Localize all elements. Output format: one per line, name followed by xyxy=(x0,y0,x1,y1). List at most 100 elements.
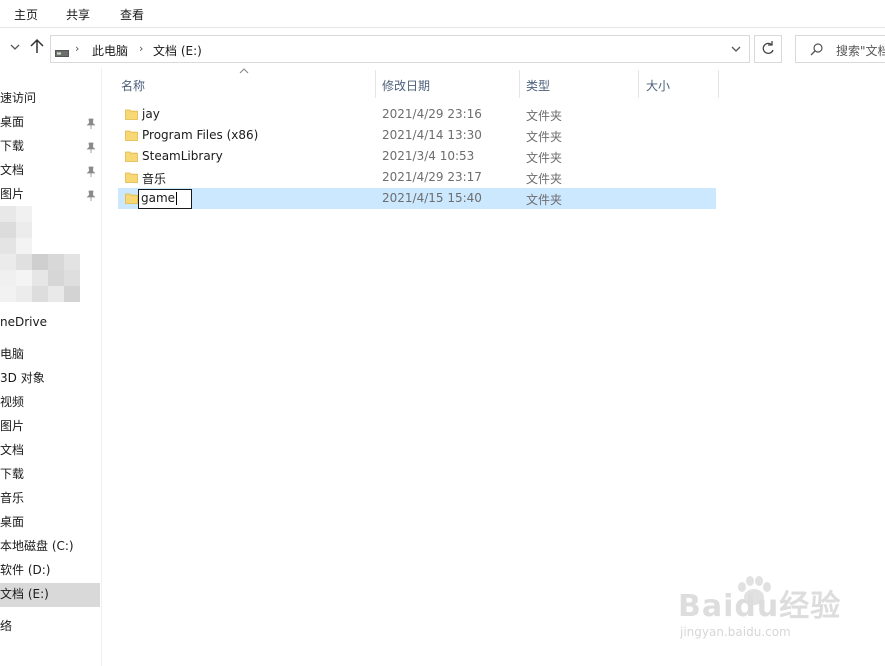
sidebar-item-label: 速访问 xyxy=(0,91,37,105)
sidebar-item-label: 音乐 xyxy=(0,491,25,505)
column-header-label: 大小 xyxy=(646,79,671,93)
sidebar-item-downloads[interactable]: 下载 xyxy=(0,464,100,488)
sidebar-item-label: 桌面 xyxy=(0,115,25,129)
sidebar-item-downloads[interactable]: 下载 xyxy=(0,136,100,160)
sidebar-item-drive-d[interactable]: 软件 (D:) xyxy=(0,560,100,584)
sidebar-item-quick-access[interactable]: 速访问 xyxy=(0,88,100,112)
sidebar-item-label: 络 xyxy=(0,619,13,633)
watermark: Baidu经验 jingyan.baidu.com xyxy=(672,575,882,645)
pin-icon xyxy=(86,116,96,129)
sidebar-item-label: 软件 (D:) xyxy=(0,563,51,577)
address-history-chevron-icon[interactable] xyxy=(729,42,743,56)
file-date: 2021/4/15 15:40 xyxy=(382,191,482,205)
sidebar-item-label: 下载 xyxy=(0,467,25,481)
folder-icon xyxy=(125,171,138,183)
refresh-button[interactable] xyxy=(754,35,782,63)
file-name: SteamLibrary xyxy=(142,149,223,163)
column-header-label: 名称 xyxy=(121,79,146,93)
navigation-pane: 速访问 桌面 下载 文档 图片 neDrive 电脑 3D 对象 视频 图片 文… xyxy=(0,68,102,666)
file-name: Program Files (x86) xyxy=(142,128,259,142)
column-header-date[interactable]: 修改日期 xyxy=(376,68,519,100)
column-header-size[interactable]: 大小 xyxy=(640,68,718,100)
file-date: 2021/4/29 23:17 xyxy=(382,170,482,184)
sidebar-item-network[interactable]: 络 xyxy=(0,616,100,640)
file-type: 文件夹 xyxy=(526,130,563,144)
refresh-icon xyxy=(762,41,774,54)
sidebar-item-documents[interactable]: 文档 xyxy=(0,440,100,464)
breadcrumb-this-pc[interactable]: 此电脑 xyxy=(92,42,128,59)
sidebar-item-documents[interactable]: 文档 xyxy=(0,160,100,184)
column-divider[interactable] xyxy=(718,70,719,98)
file-row-selected[interactable]: game 2021/4/15 15:40 文件夹 xyxy=(118,188,716,209)
drive-icon xyxy=(55,46,69,57)
up-arrow-icon[interactable] xyxy=(28,36,46,56)
breadcrumb-separator-icon[interactable]: › xyxy=(139,42,143,55)
tab-view[interactable]: 查看 xyxy=(120,6,144,23)
folder-icon xyxy=(125,129,138,141)
pin-icon xyxy=(86,140,96,153)
sidebar-item-pictures[interactable]: 图片 xyxy=(0,416,100,440)
sidebar-item-label: 电脑 xyxy=(0,347,25,361)
ribbon-tabs: 主页 共享 查看 xyxy=(0,0,885,28)
sidebar-item-3d-objects[interactable]: 3D 对象 xyxy=(0,368,100,392)
column-header-label: 修改日期 xyxy=(382,79,431,93)
file-date: 2021/4/14 13:30 xyxy=(382,128,482,142)
file-type: 文件夹 xyxy=(526,109,563,123)
column-header-type[interactable]: 类型 xyxy=(520,68,638,100)
rename-input-value: game xyxy=(141,191,176,205)
watermark-brand: Baidu经验 xyxy=(678,589,842,624)
sidebar-item-label: neDrive xyxy=(0,315,47,329)
column-header-label: 类型 xyxy=(526,79,551,93)
sidebar-item-videos[interactable]: 视频 xyxy=(0,392,100,416)
sidebar-item-label: 桌面 xyxy=(0,515,25,529)
sidebar-item-label: 本地磁盘 (C:) xyxy=(0,539,74,553)
breadcrumb-separator-icon[interactable]: › xyxy=(75,42,79,55)
file-row[interactable]: SteamLibrary 2021/3/4 10:53 文件夹 xyxy=(118,146,716,167)
watermark-url: jingyan.baidu.com xyxy=(680,625,791,639)
pin-icon xyxy=(86,164,96,177)
tab-share[interactable]: 共享 xyxy=(66,6,90,23)
text-caret xyxy=(176,192,178,205)
column-divider[interactable] xyxy=(638,70,639,98)
file-row[interactable]: 音乐 2021/4/29 23:17 文件夹 xyxy=(118,167,716,188)
sidebar-item-desktop[interactable]: 桌面 xyxy=(0,512,100,536)
tab-home[interactable]: 主页 xyxy=(14,6,38,23)
sidebar-item-label: 文档 xyxy=(0,443,25,457)
file-row[interactable]: jay 2021/4/29 23:16 文件夹 xyxy=(118,104,716,125)
address-row: › 此电脑 › 文档 (E:) 搜索"文档 xyxy=(0,28,885,68)
file-name: 音乐 xyxy=(142,172,167,186)
file-type: 文件夹 xyxy=(526,172,563,186)
file-type: 文件夹 xyxy=(526,193,563,207)
file-date: 2021/4/29 23:16 xyxy=(382,107,482,121)
sidebar-item-label: 图片 xyxy=(0,419,25,433)
sidebar-item-label: 3D 对象 xyxy=(0,371,45,385)
sidebar-item-label: 视频 xyxy=(0,395,25,409)
blurred-mosaic xyxy=(0,206,82,309)
file-name: jay xyxy=(142,107,160,121)
sidebar-item-music[interactable]: 音乐 xyxy=(0,488,100,512)
search-input[interactable]: 搜索"文档 xyxy=(795,35,885,63)
file-row[interactable]: Program Files (x86) 2021/4/14 13:30 文件夹 xyxy=(118,125,716,146)
folder-icon xyxy=(125,150,138,162)
search-icon xyxy=(810,43,823,56)
address-bar[interactable]: › 此电脑 › 文档 (E:) xyxy=(50,35,750,63)
sidebar-item-this-pc[interactable]: 电脑 xyxy=(0,344,100,368)
sidebar-item-desktop[interactable]: 桌面 xyxy=(0,112,100,136)
sidebar-item-drive-e[interactable]: 文档 (E:) xyxy=(0,583,100,607)
column-header-name[interactable]: 名称 xyxy=(115,68,375,100)
sidebar-item-label: 图片 xyxy=(0,187,25,201)
file-date: 2021/3/4 10:53 xyxy=(382,149,475,163)
sidebar-item-onedrive[interactable]: neDrive xyxy=(0,312,100,336)
recent-locations-chevron-icon[interactable] xyxy=(10,38,24,56)
folder-icon xyxy=(125,192,138,204)
sidebar-item-label: 文档 xyxy=(0,163,25,177)
pin-icon xyxy=(86,188,96,201)
sidebar-item-label: 下载 xyxy=(0,139,25,153)
search-placeholder: 搜索"文档 xyxy=(836,44,885,58)
rename-input[interactable]: game xyxy=(138,189,192,209)
sidebar-item-pictures[interactable]: 图片 xyxy=(0,184,100,208)
sidebar-item-drive-c[interactable]: 本地磁盘 (C:) xyxy=(0,536,100,560)
folder-icon xyxy=(125,108,138,120)
sidebar-item-label: 文档 (E:) xyxy=(0,587,49,601)
breadcrumb-drive-e[interactable]: 文档 (E:) xyxy=(153,42,202,59)
